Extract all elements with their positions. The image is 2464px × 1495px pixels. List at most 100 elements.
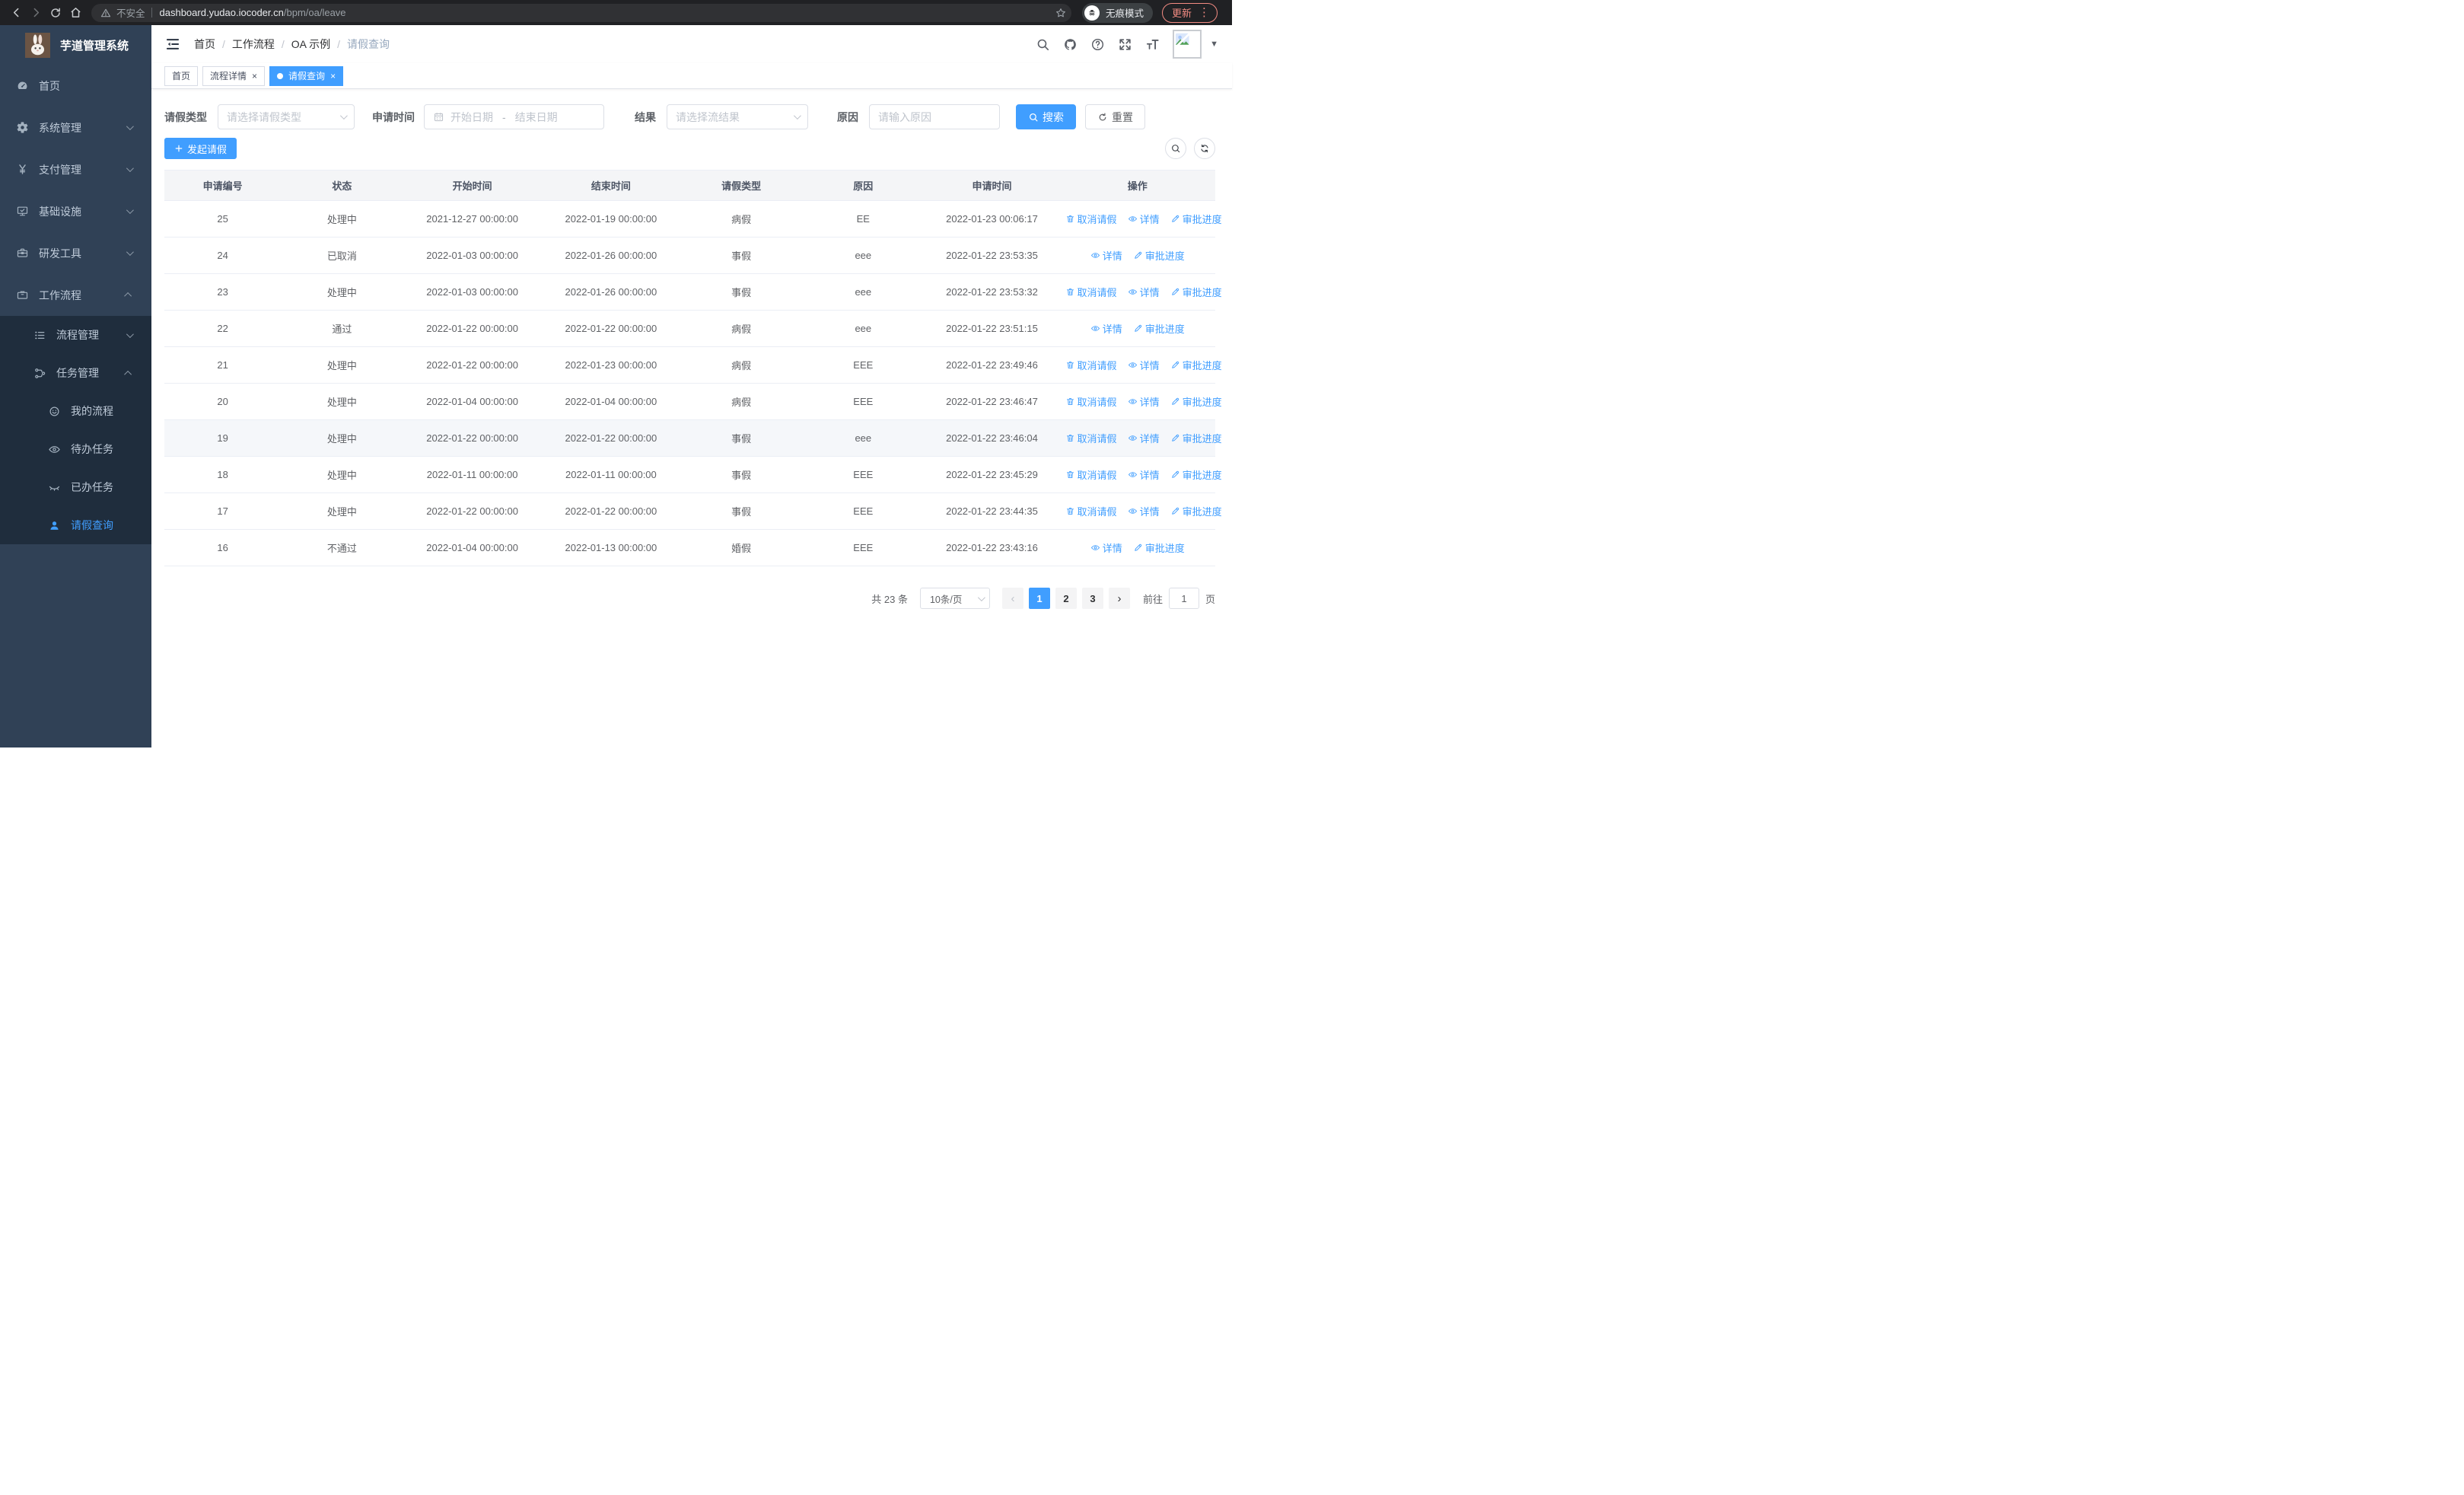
- sidebar-item-leave-query[interactable]: 请假查询: [0, 506, 151, 544]
- breadcrumb-item[interactable]: OA 示例: [291, 37, 330, 52]
- action-cancel-leave[interactable]: 取消请假: [1065, 358, 1117, 372]
- page-button-2[interactable]: 2: [1055, 588, 1077, 609]
- bookmark-star-icon[interactable]: [1055, 7, 1067, 19]
- action-approval-progress[interactable]: 审批进度: [1170, 285, 1222, 299]
- action-cancel-leave[interactable]: 取消请假: [1065, 212, 1117, 226]
- url-bar[interactable]: 不安全 dashboard.yudao.iocoder.cn/bpm/oa/le…: [91, 3, 1071, 22]
- result-select[interactable]: 请选择流结果: [667, 104, 808, 129]
- action-label: 取消请假: [1077, 470, 1117, 481]
- sidebar-item-label: 请假查询: [71, 519, 113, 531]
- cell-reason: eee: [802, 419, 925, 457]
- create-leave-button[interactable]: 发起请假: [164, 138, 237, 159]
- sidebar-item-dev-tools[interactable]: 研发工具: [0, 232, 151, 274]
- page-button-3[interactable]: 3: [1081, 588, 1103, 609]
- action-cancel-leave[interactable]: 取消请假: [1065, 467, 1117, 482]
- cell-applied: 2022-01-22 23:53:32: [924, 273, 1060, 311]
- font-size-icon[interactable]: [1145, 37, 1160, 52]
- next-page-button[interactable]: ›: [1108, 588, 1130, 609]
- fullscreen-icon[interactable]: [1118, 37, 1132, 52]
- action-approval-progress[interactable]: 审批进度: [1170, 358, 1222, 372]
- goto-label: 前往: [1142, 593, 1163, 605]
- action-detail[interactable]: 详情: [1128, 358, 1160, 372]
- chevron-down-icon: [793, 112, 801, 120]
- action-cancel-leave[interactable]: 取消请假: [1065, 394, 1117, 409]
- search-icon[interactable]: [1036, 37, 1050, 52]
- tab-process-detail[interactable]: 流程详情 ×: [202, 65, 266, 86]
- toggle-search-button[interactable]: [1165, 138, 1186, 159]
- sidebar-item-workflow[interactable]: 工作流程: [0, 274, 151, 316]
- action-approval-progress[interactable]: 审批进度: [1133, 540, 1185, 555]
- avatar-caret-down-icon[interactable]: ▼: [1210, 40, 1218, 49]
- action-approval-progress[interactable]: 审批进度: [1170, 394, 1222, 409]
- sidebar-menu: 首页 系统管理 支付管理 基础设施 研发工具 工作流程 流程管理 任务管理我的流程待办任务 已办…: [0, 65, 151, 544]
- sidebar-item-payment[interactable]: 支付管理: [0, 148, 151, 190]
- action-detail[interactable]: 详情: [1090, 248, 1122, 263]
- action-approval-progress[interactable]: 审批进度: [1170, 212, 1222, 226]
- action-detail[interactable]: 详情: [1128, 504, 1160, 518]
- action-cancel-leave[interactable]: 取消请假: [1065, 504, 1117, 518]
- tab-leave-query[interactable]: 请假查询 ×: [269, 65, 344, 86]
- browser-back-icon[interactable]: [6, 3, 26, 23]
- sidebar-item-done-tasks[interactable]: 已办任务: [0, 468, 151, 506]
- cell-start: 2022-01-22 00:00:00: [403, 419, 542, 457]
- sidebar-item-infrastructure[interactable]: 基础设施: [0, 190, 151, 232]
- table-body: 25 处理中 2021-12-27 00:00:00 2022-01-19 00:00…: [164, 200, 1222, 566]
- browser-forward-icon[interactable]: [26, 3, 46, 23]
- sidebar-item-my-process[interactable]: 我的流程: [0, 392, 151, 430]
- goto-page-input[interactable]: 1: [1168, 588, 1199, 609]
- approval-progress-icon: [1170, 287, 1180, 297]
- action-approval-progress[interactable]: 审批进度: [1133, 248, 1185, 263]
- cancel-leave-icon: [1065, 397, 1075, 406]
- page-size-select[interactable]: 10条/页: [919, 588, 990, 609]
- sidebar-logo-row[interactable]: 芋道管理系统: [0, 25, 151, 65]
- sidebar-item-process-mgmt[interactable]: 流程管理: [0, 316, 151, 354]
- browser-reload-icon[interactable]: [46, 3, 65, 23]
- browser-menu-dots-icon[interactable]: ⋮: [1196, 7, 1212, 18]
- browser-update-button[interactable]: 更新 ⋮: [1162, 2, 1218, 23]
- browser-home-icon[interactable]: [65, 3, 85, 23]
- action-approval-progress[interactable]: 审批进度: [1133, 321, 1185, 336]
- sidebar-item-task-mgmt[interactable]: 任务管理: [0, 354, 151, 392]
- table-row: 20 处理中 2022-01-04 00:00:00 2022-01-04 00:00…: [164, 383, 1222, 420]
- close-icon[interactable]: ×: [252, 72, 257, 81]
- user-avatar[interactable]: [1173, 30, 1202, 59]
- tab-home[interactable]: 首页: [164, 65, 199, 86]
- github-icon[interactable]: [1063, 37, 1078, 52]
- action-detail[interactable]: 详情: [1090, 321, 1122, 336]
- action-detail[interactable]: 详情: [1128, 394, 1160, 409]
- tab-label: 流程详情: [210, 71, 247, 81]
- table-row: 18 处理中 2022-01-11 00:00:00 2022-01-11 00:00…: [164, 456, 1222, 493]
- prev-page-button[interactable]: ‹: [1001, 588, 1023, 609]
- sidebar-item-label: 我的流程: [71, 405, 113, 417]
- breadcrumb-item[interactable]: 工作流程: [232, 37, 275, 52]
- reason-input[interactable]: 请输入原因: [869, 104, 1000, 129]
- chevron-down-icon: [126, 123, 134, 131]
- search-button[interactable]: 搜索: [1016, 104, 1076, 129]
- page-button-1[interactable]: 1: [1028, 588, 1050, 609]
- page-unit-label: 页: [1205, 593, 1215, 605]
- refresh-table-button[interactable]: [1194, 138, 1215, 159]
- action-approval-progress[interactable]: 审批进度: [1170, 504, 1222, 518]
- action-approval-progress[interactable]: 审批进度: [1170, 431, 1222, 445]
- action-detail[interactable]: 详情: [1090, 540, 1122, 555]
- action-cancel-leave[interactable]: 取消请假: [1065, 285, 1117, 299]
- action-approval-progress[interactable]: 审批进度: [1170, 467, 1222, 482]
- sidebar-item-home[interactable]: 首页: [0, 65, 151, 107]
- action-detail[interactable]: 详情: [1128, 285, 1160, 299]
- close-icon[interactable]: ×: [330, 72, 336, 81]
- action-detail[interactable]: 详情: [1128, 431, 1160, 445]
- app-title: 芋道管理系统: [60, 39, 129, 53]
- reset-button[interactable]: 重置: [1085, 104, 1145, 129]
- sidebar-item-system[interactable]: 系统管理: [0, 107, 151, 148]
- help-question-icon[interactable]: [1090, 37, 1105, 52]
- apply-time-range-picker[interactable]: 开始日期 - 结束日期: [424, 104, 604, 129]
- sidebar-item-todo-tasks[interactable]: 待办任务: [0, 430, 151, 468]
- leave-type-select[interactable]: 请选择请假类型: [218, 104, 355, 129]
- sidebar-fold-icon[interactable]: [165, 37, 180, 52]
- action-label: 审批进度: [1182, 470, 1222, 481]
- cell-reason: EE: [802, 200, 925, 237]
- action-detail[interactable]: 详情: [1128, 467, 1160, 482]
- action-cancel-leave[interactable]: 取消请假: [1065, 431, 1117, 445]
- action-detail[interactable]: 详情: [1128, 212, 1160, 226]
- breadcrumb-item[interactable]: 首页: [194, 37, 215, 52]
